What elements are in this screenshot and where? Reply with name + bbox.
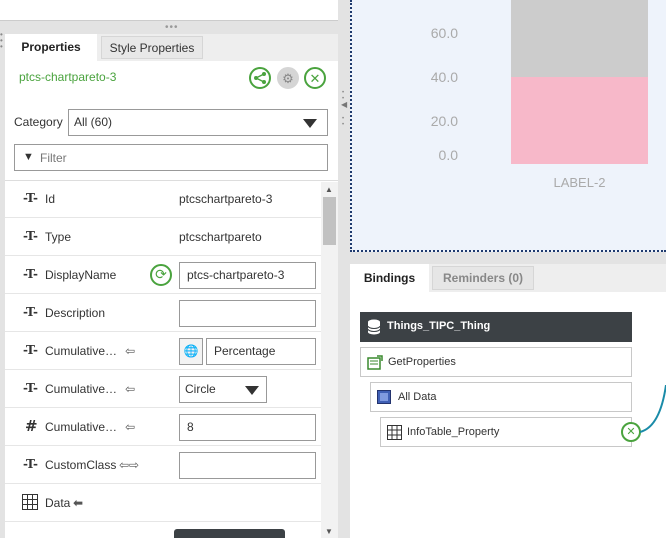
- scrollbar-thumb[interactable]: [323, 197, 336, 245]
- binding-connector-line: [640, 385, 666, 433]
- bind-arrow-icon[interactable]: ⇦: [125, 420, 135, 434]
- property-name: Cumulative…: [45, 382, 118, 396]
- binding-node-all-data[interactable]: All Data: [370, 382, 632, 412]
- text-type-icon: -T-: [23, 305, 38, 319]
- thing-name: Things_TIPC_Thing: [387, 320, 491, 332]
- cumulative-number-input[interactable]: 8: [179, 414, 316, 441]
- service-icon: [367, 355, 383, 374]
- displayname-input[interactable]: ptcs-chartpareto-3: [179, 262, 316, 289]
- bind-arrow-icon[interactable]: ⇦: [125, 382, 135, 396]
- close-icon[interactable]: ✕: [621, 422, 641, 442]
- property-row-id[interactable]: -T- Id ptcschartpareto-3: [5, 180, 321, 218]
- property-name: Data: [45, 496, 71, 510]
- style-button-partial[interactable]: [174, 529, 285, 538]
- property-name: Type: [45, 230, 72, 244]
- property-row-type[interactable]: -T- Type ptcschartpareto: [5, 218, 321, 256]
- resize-grip-center-2[interactable]: • •: [342, 116, 344, 128]
- all-data-label: All Data: [398, 391, 437, 403]
- scroll-up-icon[interactable]: ▲: [325, 185, 333, 194]
- grid-icon: [387, 425, 402, 443]
- binding-node-property[interactable]: InfoTable_Property: [380, 417, 632, 447]
- close-icon[interactable]: ✕: [304, 67, 326, 89]
- property-row-customclass[interactable]: -T- CustomClass ⇦⇨: [5, 446, 321, 484]
- property-name: Cumulative…: [45, 420, 118, 434]
- property-name: Description: [45, 306, 106, 320]
- tab-style-properties[interactable]: Style Properties: [101, 36, 203, 59]
- share-icon[interactable]: [249, 67, 271, 89]
- filter-icon: ▼: [23, 151, 34, 163]
- widget-name: ptcs-chartpareto-3: [19, 70, 117, 84]
- y-tick-label: 40.0: [430, 69, 458, 85]
- y-tick-label: 60.0: [430, 25, 458, 41]
- y-tick-label: 0.0: [438, 147, 458, 163]
- category-selected: All (60): [74, 115, 113, 129]
- text-type-icon: -T-: [23, 381, 38, 395]
- tab-reminders[interactable]: Reminders (0): [432, 266, 534, 290]
- property-name: CustomClass: [45, 458, 117, 472]
- property-row-data[interactable]: Data ⬅: [5, 484, 321, 522]
- y-tick-label: 20.0: [430, 113, 458, 129]
- property-row-cumulative-2[interactable]: -T- Cumulative… ⇦ Circle: [5, 370, 321, 408]
- panel-top-area: [0, 0, 338, 21]
- globe-icon[interactable]: 🌐: [179, 338, 203, 365]
- customclass-input[interactable]: [179, 452, 316, 479]
- binding-node-thing[interactable]: Things_TIPC_Thing: [360, 312, 632, 342]
- property-name: DisplayName: [45, 268, 117, 282]
- number-type-icon: #: [25, 417, 38, 435]
- property-row-description[interactable]: -T- Description: [5, 294, 321, 332]
- chevron-down-icon: [245, 386, 259, 395]
- property-name: Cumulative…: [45, 344, 118, 358]
- service-name: GetProperties: [388, 356, 456, 368]
- property-value: ptcschartpareto: [179, 230, 262, 244]
- panel-divider[interactable]: [338, 0, 350, 538]
- property-binding-name: InfoTable_Property: [407, 426, 500, 438]
- text-type-icon: -T-: [23, 343, 38, 357]
- description-input[interactable]: [179, 300, 316, 327]
- binding-node-service[interactable]: GetProperties: [360, 347, 632, 377]
- gear-icon[interactable]: ⚙: [277, 67, 299, 89]
- collapse-left-icon[interactable]: ◀: [341, 100, 347, 109]
- category-select[interactable]: All (60): [68, 109, 328, 136]
- scroll-down-icon[interactable]: ▼: [325, 527, 333, 536]
- cumulative-input[interactable]: Percentage: [206, 338, 316, 365]
- all-data-icon: [377, 390, 391, 407]
- text-type-icon: -T-: [23, 457, 38, 471]
- property-row-cumulative-1[interactable]: -T- Cumulative… ⇦ 🌐 Percentage: [5, 332, 321, 370]
- properties-tabs: Properties Style Properties: [5, 34, 338, 61]
- text-type-icon: -T-: [23, 191, 38, 205]
- grid-icon: [22, 494, 38, 513]
- database-icon: [367, 319, 381, 338]
- text-type-icon: -T-: [23, 267, 38, 281]
- chart-bar-top: [511, 0, 648, 77]
- tab-properties[interactable]: Properties: [5, 34, 97, 61]
- bind-both-icon[interactable]: ⇦⇨: [119, 458, 139, 472]
- chevron-down-icon: [303, 119, 317, 128]
- property-name: Id: [45, 192, 56, 206]
- bind-in-icon[interactable]: ⬅: [73, 496, 83, 510]
- property-row-cumulative-3[interactable]: # Cumulative… ⇦ 8: [5, 408, 321, 446]
- cumulative-select[interactable]: Circle: [179, 376, 267, 403]
- refresh-icon[interactable]: ⟳: [150, 264, 172, 286]
- property-value: ptcschartpareto-3: [179, 192, 273, 206]
- resize-grip-horizontal[interactable]: •••: [165, 23, 181, 33]
- filter-input[interactable]: ▼ Filter: [14, 144, 328, 171]
- x-axis-label: LABEL-2: [553, 175, 606, 190]
- property-row-displayname[interactable]: -T- DisplayName ⟳ ptcs-chartpareto-3: [5, 256, 321, 294]
- cumulative-select-value: Circle: [185, 382, 216, 396]
- category-label: Category: [14, 115, 63, 129]
- chart-bar-bottom: [511, 77, 648, 164]
- bind-arrow-icon[interactable]: ⇦: [125, 344, 135, 358]
- text-type-icon: -T-: [23, 229, 38, 243]
- tab-bindings[interactable]: Bindings: [350, 264, 429, 292]
- filter-placeholder: Filter: [40, 151, 67, 165]
